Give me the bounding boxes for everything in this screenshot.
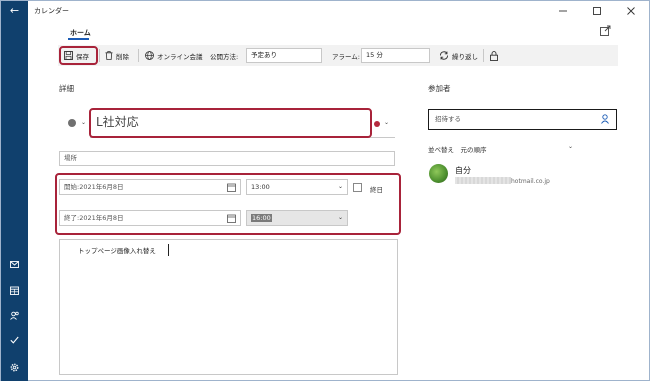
calendar-picker-icon [227,183,236,192]
tab-home-indicator [68,38,89,40]
subject-input[interactable]: L社対応 [90,109,370,138]
chevron-down-icon: ⌄ [337,214,343,221]
tab-home[interactable]: ホーム [70,28,91,38]
people-icon[interactable] [1,304,28,326]
redacted-email-prefix [455,177,511,184]
settings-icon[interactable] [1,356,28,378]
all-day-label: 終日 [370,186,383,194]
toolbar-separator [138,49,139,62]
attendee-email: hotmail.co.jp [511,178,550,185]
details-heading: 詳細 [59,84,74,93]
event-body-text: トップページ画像入れ替え [78,247,156,255]
delete-button[interactable]: 削除 [105,45,129,66]
subject-underline [90,137,395,138]
end-time-value: 16:00 [251,214,272,222]
calendar-icon[interactable] [1,279,28,301]
person-icon [601,114,609,124]
repeat-icon [440,51,448,60]
save-icon [64,51,73,60]
mail-icon[interactable] [1,253,28,275]
window-title: カレンダー [34,7,69,15]
show-as-dropdown[interactable]: 予定あり [246,48,322,63]
event-toolbar: 保存 削除 オンライン会議 公開方法: 予定あり アラーム: 15 分 繰り返し [58,45,618,66]
toolbar-separator [99,49,100,62]
start-time-dropdown[interactable]: 13:00 ⌄ [246,179,348,195]
private-button[interactable] [490,45,501,66]
online-meeting-button[interactable]: オンライン会議 [145,45,203,66]
trash-icon [105,51,113,60]
location-input[interactable]: 場所 [59,151,395,166]
end-time-dropdown[interactable]: 16:00 ⌄ [246,210,348,226]
attendees-heading: 参加者 [428,84,451,93]
end-date-value: 2021年6月8日 [79,214,124,222]
sort-dropdown[interactable]: 並べ替え 元の順序 [428,144,487,154]
chevron-down-icon[interactable]: ⌄ [81,119,86,126]
end-label: 終了: [64,214,80,222]
reminder-label: アラーム: [332,52,360,61]
toolbar-separator [483,49,484,62]
attendee-name: 自分 [455,166,471,175]
delete-label: 削除 [116,52,129,61]
title-bar: カレンダー [28,1,649,21]
start-date-value: 2021年6月8日 [79,183,124,191]
todo-icon[interactable] [1,329,28,351]
back-arrow-icon[interactable]: ← [1,1,28,21]
save-label: 保存 [76,52,89,61]
start-label: 開始: [64,183,80,191]
start-time-value: 13:00 [251,183,270,191]
chevron-down-icon[interactable]: ⌄ [384,119,389,126]
nav-rail: ← [1,1,28,381]
event-body-editor[interactable]: トップページ画像入れ替え [59,239,398,375]
online-meeting-label: オンライン会議 [157,52,203,61]
all-day-checkbox[interactable] [353,183,362,192]
calendar-selector[interactable] [68,119,76,127]
invite-input[interactable]: 招待する [428,109,617,130]
maximize-icon[interactable] [583,1,611,21]
calendar-window: ← カレンダー ホーム 保存 削除 オンライン会議 公開方法: 予定あり アラー… [0,0,650,381]
reminder-dropdown[interactable]: 15 分 [361,48,430,63]
lock-icon [490,50,498,61]
start-date-picker[interactable]: 開始:2021年6月8日 [59,179,241,195]
save-button[interactable]: 保存 [64,45,89,66]
avatar [429,164,448,183]
event-color-picker[interactable] [374,121,380,127]
popout-icon[interactable] [600,25,611,38]
repeat-label: 繰り返し [452,52,478,61]
globe-icon [145,51,154,60]
chevron-down-icon: ⌄ [337,183,343,190]
close-icon[interactable] [617,1,645,21]
chevron-down-icon[interactable]: ⌄ [568,143,573,150]
repeat-button[interactable]: 繰り返し [439,45,478,66]
text-caret [168,244,169,256]
minimize-icon[interactable] [549,1,577,21]
show-as-label: 公開方法: [210,52,239,61]
calendar-picker-icon [227,214,236,223]
end-date-picker[interactable]: 終了:2021年6月8日 [59,210,241,226]
